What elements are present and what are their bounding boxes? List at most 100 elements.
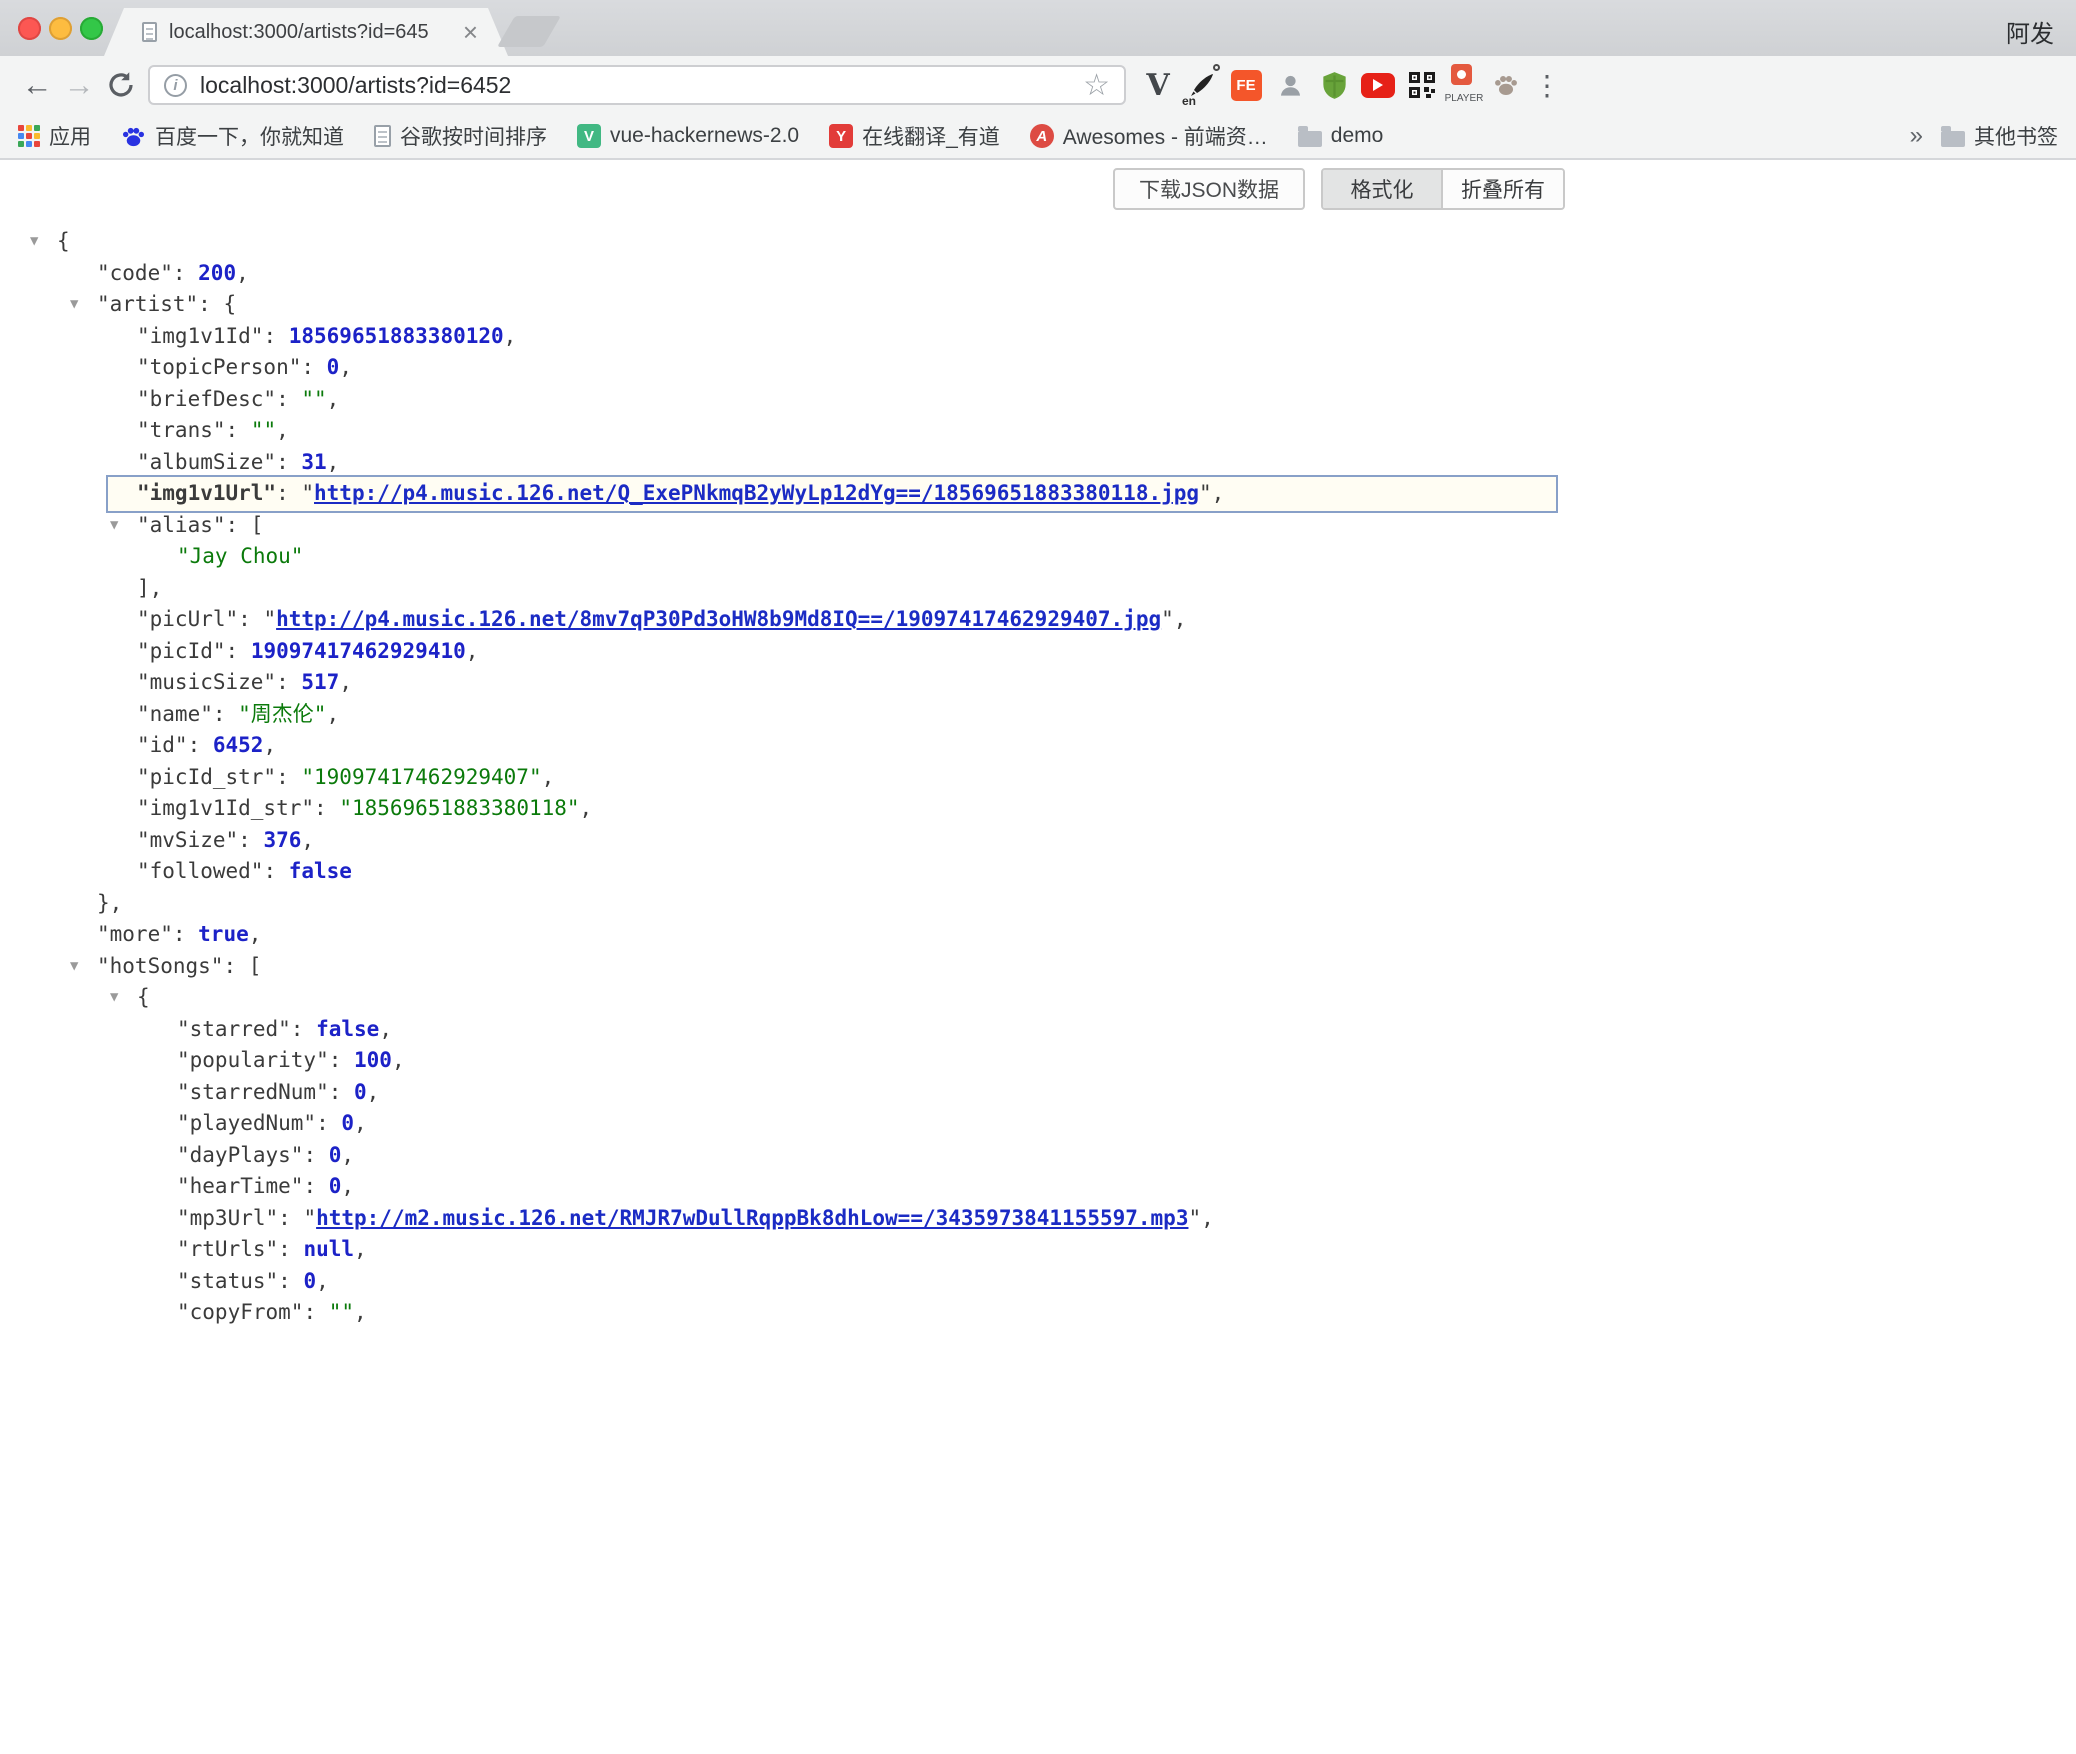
bookmark-star-icon[interactable]: ☆: [1083, 68, 1110, 103]
json-line: "copyFrom": "",: [0, 1297, 2076, 1329]
json-link[interactable]: http://m2.music.126.net/RMJR7wDullRqppBk…: [316, 1206, 1188, 1230]
json-token: ,: [327, 387, 340, 411]
json-line: "Jay Chou": [0, 541, 2076, 573]
zoom-window-button[interactable]: [80, 17, 103, 40]
page-favicon-icon: [142, 22, 157, 42]
other-bookmarks-folder[interactable]: 其他书签: [1941, 121, 2058, 151]
json-line: "more": true,: [0, 919, 2076, 951]
json-token: ,: [580, 796, 593, 820]
bookmark-awesomes[interactable]: A Awesomes - 前端资…: [1030, 121, 1268, 151]
json-line: ▼"artist": {: [0, 289, 2076, 321]
player-box-icon: [1451, 64, 1472, 85]
bookmarks-overflow-chevron[interactable]: »: [1910, 122, 1923, 150]
json-token: ",: [1188, 1206, 1213, 1230]
json-token: "img1v1Url": [137, 481, 276, 505]
json-token: :: [278, 1269, 303, 1293]
bookmark-apps[interactable]: 应用: [18, 121, 91, 151]
format-toggle-group: 格式化 折叠所有: [1321, 168, 1565, 210]
json-token: "": [251, 418, 276, 442]
json-token: 0: [327, 355, 340, 379]
json-token: ,: [301, 828, 314, 852]
address-bar[interactable]: i localhost:3000/artists?id=6452 ☆: [148, 65, 1126, 105]
close-window-button[interactable]: [18, 17, 41, 40]
url-text[interactable]: localhost:3000/artists?id=6452: [200, 72, 1083, 99]
json-token: :: [276, 765, 301, 789]
page-icon: [374, 125, 391, 147]
download-json-button[interactable]: 下载JSON数据: [1113, 168, 1305, 210]
json-link[interactable]: http://p4.music.126.net/Q_ExePNkmqB2yWyL…: [314, 481, 1199, 505]
qrcode-extension-icon[interactable]: [1400, 56, 1444, 114]
json-link[interactable]: http://p4.music.126.net/8mv7qP30Pd3oHW8b…: [276, 607, 1161, 631]
json-token: :: [278, 1237, 303, 1261]
json-token: "18569651883380118": [339, 796, 579, 820]
new-tab-button[interactable]: [497, 16, 561, 47]
bookmark-label: 谷歌按时间排序: [400, 121, 547, 151]
bookmark-vue-hackernews[interactable]: V vue-hackernews-2.0: [577, 124, 799, 148]
bookmark-youdao-translate[interactable]: Y 在线翻译_有道: [829, 121, 1000, 151]
page-info-icon[interactable]: i: [164, 74, 187, 97]
json-token: "picUrl": [137, 607, 238, 631]
browser-tab[interactable]: localhost:3000/artists?id=645 ×: [104, 8, 508, 56]
bookmarks-bar: 应用 百度一下，你就知道 谷歌按时间排序 V vue-hackernews-2.…: [0, 114, 2076, 160]
json-token: "picId_str": [137, 765, 276, 789]
bookmark-demo-folder[interactable]: demo: [1298, 124, 1384, 148]
forward-button[interactable]: →: [58, 56, 100, 114]
fe-extension-icon[interactable]: FE: [1224, 56, 1268, 114]
json-line: "mp3Url": "http://m2.music.126.net/RMJR7…: [0, 1203, 2076, 1235]
minimize-window-button[interactable]: [49, 17, 72, 40]
json-token: ,: [354, 1111, 367, 1135]
json-token: "code": [97, 261, 173, 285]
json-token: "19097417462929407": [301, 765, 541, 789]
pen-dot-icon: [1213, 64, 1220, 71]
back-button[interactable]: ←: [16, 56, 58, 114]
json-token: 0: [329, 1143, 342, 1167]
collapse-toggle-icon[interactable]: ▼: [110, 982, 118, 1014]
vimium-extension-icon[interactable]: V: [1136, 56, 1180, 114]
json-line: "starred": false,: [0, 1014, 2076, 1046]
bookmark-label: vue-hackernews-2.0: [610, 124, 799, 148]
json-line: "hearTime": 0,: [0, 1171, 2076, 1203]
json-token: ,: [379, 1017, 392, 1041]
json-token: ,: [327, 450, 340, 474]
json-line: "picId": 19097417462929410,: [0, 636, 2076, 668]
json-token: "popularity": [177, 1048, 329, 1072]
translate-pen-extension-icon[interactable]: en: [1180, 56, 1224, 114]
collapse-toggle-icon[interactable]: ▼: [30, 226, 38, 258]
json-line: "musicSize": 517,: [0, 667, 2076, 699]
json-token: 0: [303, 1269, 316, 1293]
json-token: "artist": [97, 292, 198, 316]
json-token: "hearTime": [177, 1174, 303, 1198]
json-token: "img1v1Id_str": [137, 796, 314, 820]
bookmark-label: Awesomes - 前端资…: [1063, 121, 1268, 151]
json-line: "starredNum": 0,: [0, 1077, 2076, 1109]
bookmark-baidu[interactable]: 百度一下，你就知道: [121, 121, 344, 151]
json-token: ,: [341, 1143, 354, 1167]
youtube-extension-icon[interactable]: [1356, 56, 1400, 114]
json-token: :: [263, 324, 288, 348]
html5-player-extension-icon[interactable]: PLAYER: [1444, 63, 1484, 107]
tab-close-icon[interactable]: ×: [463, 22, 478, 42]
collapse-toggle-icon[interactable]: ▼: [70, 951, 78, 983]
json-token: :: [263, 859, 288, 883]
shield-extension-icon[interactable]: [1312, 56, 1356, 114]
json-token: ",: [1161, 607, 1186, 631]
bookmark-google-sort[interactable]: 谷歌按时间排序: [374, 121, 547, 151]
json-token: :: [226, 418, 251, 442]
paw-extension-icon[interactable]: [1484, 56, 1528, 114]
json-token: {: [137, 985, 150, 1009]
profile-name: 阿发: [2006, 14, 2054, 49]
json-token: 19097417462929410: [251, 639, 466, 663]
collapse-toggle-icon[interactable]: ▼: [110, 510, 118, 542]
json-token: :: [213, 702, 238, 726]
format-button[interactable]: 格式化: [1323, 170, 1443, 208]
collapse-all-button[interactable]: 折叠所有: [1443, 170, 1563, 208]
json-line: "briefDesc": "",: [0, 384, 2076, 416]
person-extension-icon[interactable]: [1268, 56, 1312, 114]
json-token: :: [291, 1017, 316, 1041]
json-token: :: [276, 670, 301, 694]
vue-icon: V: [577, 124, 601, 148]
json-token: "img1v1Id": [137, 324, 263, 348]
browser-menu-icon[interactable]: ⋮: [1528, 69, 1566, 102]
reload-button[interactable]: [100, 70, 142, 100]
collapse-toggle-icon[interactable]: ▼: [70, 289, 78, 321]
